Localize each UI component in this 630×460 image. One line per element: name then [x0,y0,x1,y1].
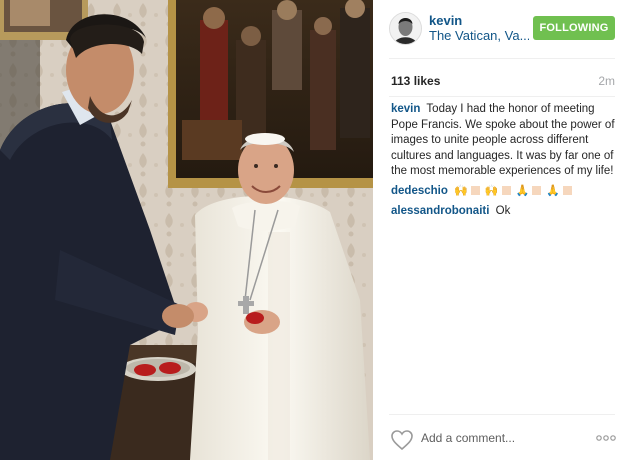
footer-divider [389,414,615,415]
likes-count[interactable]: 113 likes [391,74,440,88]
post-timestamp: 2m [598,74,615,88]
skin-tone-swatch [562,185,572,195]
header-divider [389,58,615,59]
location-link[interactable]: The Vatican, Va... [429,28,529,43]
comments-list: kevin Today I had the honor of meeting P… [391,102,621,223]
comment-item: alessandrobonaiti Ok [391,204,621,220]
heart-icon[interactable] [390,429,414,451]
folded-hands-emoji: 🙏 [515,184,530,197]
avatar[interactable] [389,12,422,45]
comment-text: Today I had the honor of meeting Pope Fr… [391,103,615,178]
post-photo[interactable] [0,0,373,460]
post-details-panel: kevin The Vatican, Va... FOLLOWING 113 l… [373,0,630,460]
comment-username[interactable]: kevin [391,103,420,115]
folded-hands-emoji: 🙏 [546,184,560,197]
comment-emojis: 🙌 🙌 🙏 🙏 [454,185,577,197]
skin-tone-swatch [532,185,542,195]
comment-username[interactable]: dedeschio [391,185,448,197]
raised-hands-emoji: 🙌 [454,184,468,197]
comment-text: Ok [495,204,511,217]
add-comment-input[interactable] [421,429,581,447]
photo-illustration [0,0,373,460]
raised-hands-emoji: 🙌 [484,184,499,197]
post-footer [373,416,630,460]
post-header: kevin The Vatican, Va... FOLLOWING [373,0,630,58]
more-options-icon[interactable] [595,433,617,443]
skin-tone-swatch [501,185,511,195]
following-button[interactable]: FOLLOWING [533,16,615,40]
avatar-image [390,13,421,44]
likes-divider [389,96,615,97]
username[interactable]: kevin [429,13,462,28]
skin-tone-swatch [470,185,480,195]
comment-item: dedeschio 🙌 🙌 🙏 🙏 [391,184,621,200]
comment-item: kevin Today I had the honor of meeting P… [391,102,621,180]
comment-username[interactable]: alessandrobonaiti [391,205,489,217]
